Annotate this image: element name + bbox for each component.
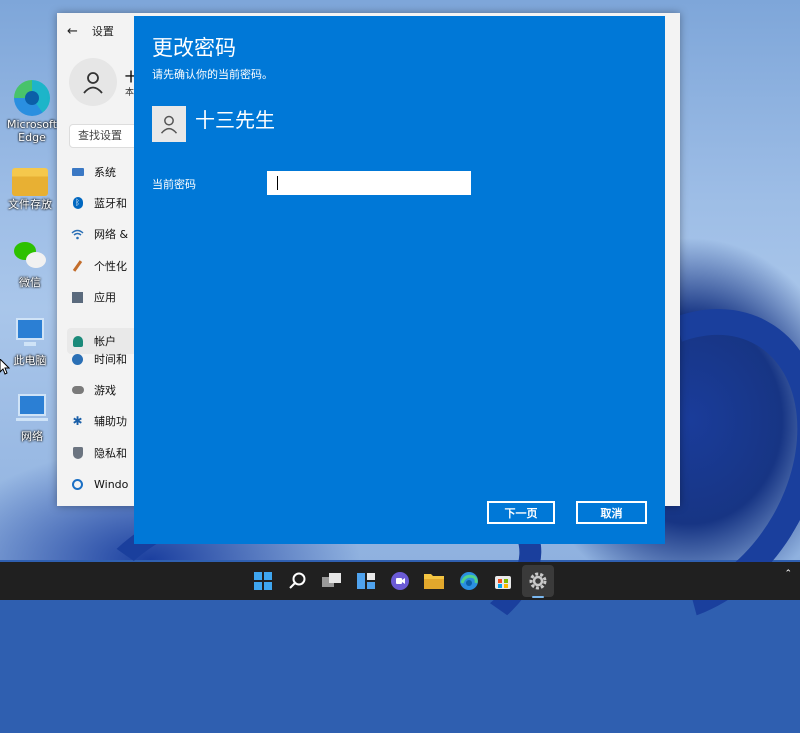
desktop-icon-folder[interactable]: 文件存放	[0, 162, 60, 211]
folder-icon	[12, 168, 48, 196]
desktop-icon-network[interactable]: 网络	[2, 392, 62, 443]
network-icon	[14, 392, 50, 428]
desktop-icon-edge[interactable]: Microsoft Edge	[2, 80, 62, 144]
wechat-icon	[12, 238, 48, 274]
desktop-icon-label: 网络	[21, 430, 43, 443]
change-password-dialog: 更改密码 请先确认你的当前密码。 十三先生 当前密码 下一页 取消	[134, 16, 665, 544]
computer-icon	[12, 316, 48, 352]
sidebar-item-label: 网络 &	[94, 228, 129, 241]
sidebar-item-label: 隐私和	[94, 447, 127, 460]
dialog-user-name: 十三先生	[195, 108, 275, 132]
sidebar-item-network[interactable]: 网络 &	[71, 221, 137, 247]
dialog-subtitle: 请先确认你的当前密码。	[152, 68, 273, 81]
settings-title: 设置	[91, 25, 114, 38]
desktop-icon-label: Microsoft Edge	[6, 118, 58, 144]
apps-icon	[71, 291, 84, 304]
sidebar-item-label: Windo	[94, 477, 129, 491]
sidebar-item-windows-update[interactable]: Windo	[71, 471, 137, 497]
back-arrow-icon[interactable]: ←	[67, 24, 78, 39]
teams-chat-icon[interactable]	[388, 569, 412, 593]
shield-icon	[71, 447, 84, 460]
sidebar-item-label: 游戏	[94, 384, 116, 397]
gamepad-icon	[71, 384, 84, 397]
settings-user-sub: 本	[125, 88, 135, 98]
brush-icon	[71, 260, 84, 273]
user-avatar	[152, 106, 186, 142]
windows-start-icon[interactable]	[251, 569, 275, 593]
sidebar-item-system[interactable]: 系统	[71, 159, 137, 185]
sidebar-item-privacy[interactable]: 隐私和	[71, 440, 137, 466]
taskbar: ⌃	[0, 562, 800, 600]
desktop-icon-wechat[interactable]: 微信	[0, 238, 60, 289]
store-icon[interactable]	[491, 569, 515, 593]
text-caret	[277, 176, 278, 190]
display-icon	[71, 166, 84, 179]
dialog-title: 更改密码	[152, 36, 236, 60]
sidebar-item-gaming[interactable]: 游戏	[71, 377, 137, 403]
accessibility-icon: ✱	[72, 414, 83, 428]
edge-icon[interactable]	[457, 569, 481, 593]
sidebar-item-apps[interactable]: 应用	[71, 284, 137, 310]
sidebar-item-label: 时间和	[94, 353, 127, 366]
sidebar-item-label: 系统	[94, 166, 116, 179]
cancel-button[interactable]: 取消	[576, 501, 647, 524]
avatar	[69, 58, 117, 106]
desktop-icon-label: 微信	[19, 276, 41, 289]
sidebar-item-personalization[interactable]: 个性化	[71, 253, 137, 279]
tray-chevron-icon[interactable]: ⌃	[784, 568, 792, 580]
next-button[interactable]: 下一页	[487, 501, 555, 524]
sidebar-item-accessibility[interactable]: ✱ 辅助功	[71, 408, 137, 434]
settings-icon[interactable]	[526, 569, 550, 593]
settings-title-bar: ← 设置	[67, 23, 114, 39]
bluetooth-icon: ᛒ	[71, 197, 84, 210]
password-label: 当前密码	[152, 178, 196, 191]
file-explorer-icon[interactable]	[422, 569, 446, 593]
person-icon	[83, 72, 103, 94]
sidebar-item-label: 辅助功	[94, 415, 127, 428]
sidebar-item-time[interactable]: 时间和	[71, 346, 137, 372]
clock-icon	[71, 353, 84, 366]
active-app-indicator	[532, 596, 544, 598]
sidebar-item-label: 应用	[94, 291, 116, 304]
widgets-icon[interactable]	[354, 569, 378, 593]
current-password-field[interactable]	[267, 171, 471, 195]
wifi-icon	[71, 228, 84, 241]
search-icon[interactable]	[286, 569, 310, 593]
person-icon	[160, 115, 178, 134]
sidebar-item-bluetooth[interactable]: ᛒ 蓝牙和	[71, 190, 137, 216]
update-icon	[71, 478, 84, 491]
system-tray: ⌃	[784, 568, 792, 580]
sidebar-item-label: 个性化	[94, 260, 127, 273]
task-view-icon[interactable]	[320, 569, 344, 593]
desktop-icon-label: 文件存放	[8, 198, 52, 211]
mouse-cursor-icon	[0, 359, 10, 375]
sidebar-item-label: 蓝牙和	[94, 197, 127, 210]
edge-icon	[14, 80, 50, 116]
